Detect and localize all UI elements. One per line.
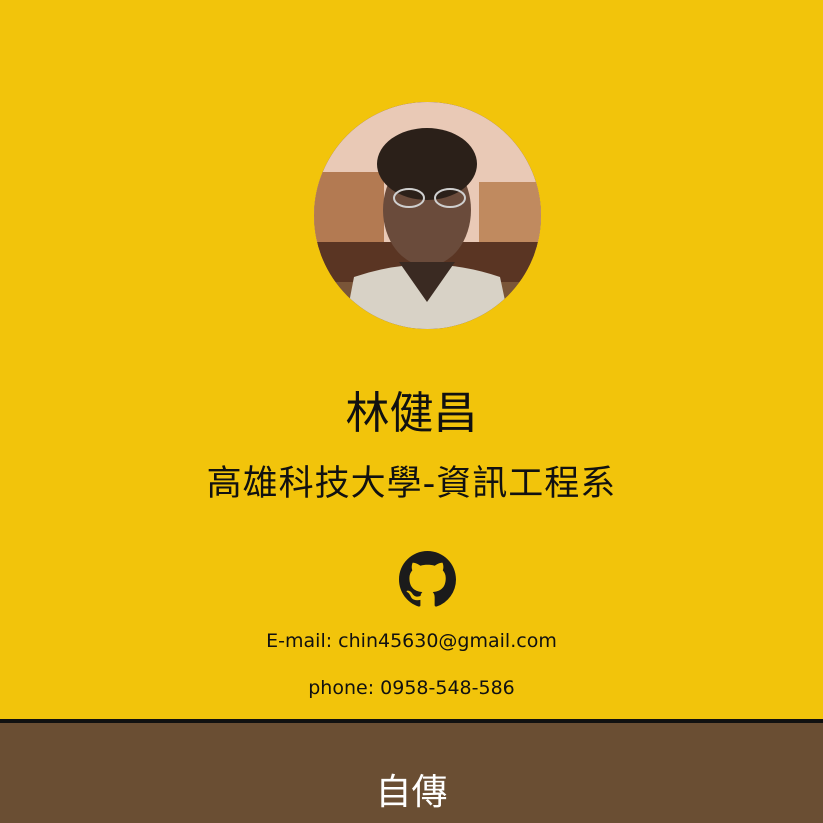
github-icon[interactable] (399, 551, 456, 608)
bio-section: 自傳 (0, 723, 823, 823)
profile-avatar (314, 102, 541, 329)
profile-phone: phone: 0958-548-586 (308, 677, 515, 699)
profile-name: 林健昌 (345, 388, 478, 439)
profile-header: 林健昌 高雄科技大學-資訊工程系 E-mail: chin45630@gmail… (0, 0, 823, 720)
profile-school: 高雄科技大學-資訊工程系 (206, 464, 617, 504)
github-link[interactable] (399, 551, 456, 608)
avatar-photo (314, 102, 541, 329)
bio-section-title: 自傳 (375, 772, 448, 813)
profile-email: E-mail: chin45630@gmail.com (266, 630, 557, 652)
